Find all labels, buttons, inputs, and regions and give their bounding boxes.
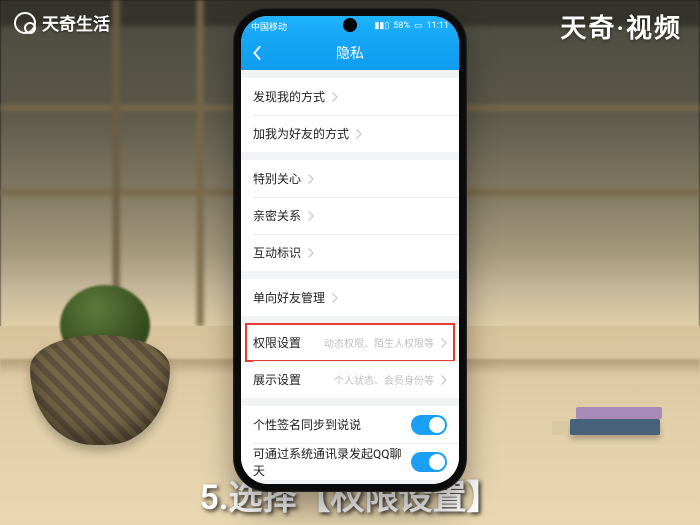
settings-content[interactable]: 发现我的方式加我为好友的方式特别关心亲密关系互动标识单向好友管理权限设置 动态权限… <box>241 70 459 484</box>
settings-row[interactable]: 展示设置 个人状态、会员身份等 <box>241 361 459 398</box>
battery-text: 58% <box>393 21 410 31</box>
settings-row[interactable]: 亲密关系 <box>241 197 459 234</box>
back-button[interactable] <box>249 45 265 61</box>
phone-screen: 中国移动 ▮▮▯ 58% ▭ 11:11 隐私 发现我的方式加我为好友的方式特别… <box>241 16 459 484</box>
row-label: 发现我的方式 <box>253 88 325 105</box>
row-label: 特别关心 <box>253 170 301 187</box>
watermark-left-text: 天奇生活 <box>42 10 110 35</box>
background-book-1 <box>570 419 660 435</box>
settings-row[interactable]: 单向好友管理 <box>241 279 459 316</box>
chevron-right-icon <box>307 174 314 184</box>
settings-row[interactable]: 发现我的方式 <box>241 78 459 115</box>
battery-icon: ▭ <box>414 21 423 31</box>
chevron-right-icon <box>307 248 314 258</box>
row-label: 加我为好友的方式 <box>253 125 349 142</box>
row-label: 权限设置 <box>253 334 301 351</box>
settings-row[interactable]: 权限设置 动态权限、陌生人权限等 <box>241 324 459 361</box>
chevron-right-icon <box>355 129 362 139</box>
status-right: ▮▮▯ 58% ▭ 11:11 <box>374 21 449 31</box>
chevron-right-icon <box>331 92 338 102</box>
settings-row[interactable]: 互动标识 <box>241 234 459 271</box>
settings-row[interactable]: 加我为好友的方式 <box>241 115 459 152</box>
status-carrier: 中国移动 <box>251 20 287 33</box>
chevron-right-icon <box>307 211 314 221</box>
settings-row[interactable]: 可通过系统通讯录发起QQ聊天 <box>241 443 459 480</box>
watermark-left: 天奇生活 <box>14 10 110 35</box>
settings-row[interactable]: 个性签名同步到说说 <box>241 406 459 443</box>
row-subtext: 个人状态、会员身份等 <box>334 372 434 387</box>
settings-row[interactable]: 特别关心 <box>241 160 459 197</box>
row-label: 亲密关系 <box>253 207 301 224</box>
camera-notch <box>343 18 357 32</box>
row-label: 个性签名同步到说说 <box>253 416 361 433</box>
status-time: 11:11 <box>427 21 449 31</box>
settings-group: 单向好友管理 <box>241 279 459 316</box>
row-label: 单向好友管理 <box>253 289 325 306</box>
background-book-3 <box>552 421 568 435</box>
chevron-left-icon <box>252 46 262 60</box>
settings-group: 个性签名同步到说说可通过系统通讯录发起QQ聊天 <box>241 406 459 480</box>
watermark-right: 天奇·视频 <box>560 8 682 45</box>
background-book-2 <box>576 407 662 419</box>
settings-group: 特别关心亲密关系互动标识 <box>241 160 459 271</box>
toggle-switch[interactable] <box>411 452 447 472</box>
row-subtext: 动态权限、陌生人权限等 <box>324 335 434 350</box>
watermark-logo-icon <box>14 12 36 34</box>
row-label: 互动标识 <box>253 244 301 261</box>
chevron-right-icon <box>440 375 447 385</box>
toggle-switch[interactable] <box>411 415 447 435</box>
chevron-right-icon <box>331 293 338 303</box>
settings-group: 权限设置 动态权限、陌生人权限等展示设置 个人状态、会员身份等 <box>241 324 459 398</box>
chevron-right-icon <box>440 338 447 348</box>
settings-group: 发现我的方式加我为好友的方式 <box>241 78 459 152</box>
signal-icon: ▮▮▯ <box>374 21 389 31</box>
row-label: 可通过系统通讯录发起QQ聊天 <box>253 445 411 479</box>
phone-frame: 中国移动 ▮▮▯ 58% ▭ 11:11 隐私 发现我的方式加我为好友的方式特别… <box>233 8 467 492</box>
title-bar: 隐私 <box>241 36 459 70</box>
page-title: 隐私 <box>336 43 364 63</box>
row-label: 展示设置 <box>253 371 301 388</box>
